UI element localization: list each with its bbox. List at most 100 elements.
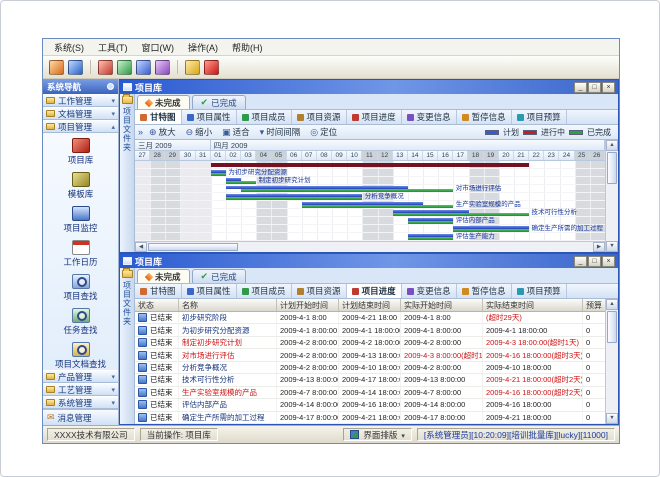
column-header[interactable]: 名称 — [179, 299, 277, 311]
lock-icon[interactable] — [185, 60, 200, 75]
document-search-icon — [72, 342, 90, 357]
view-tab[interactable]: 项目预算 — [512, 110, 567, 124]
gantt-tool-button[interactable]: ◎定位 — [306, 126, 341, 138]
table-row[interactable]: 已结束生产实验室规模的产品2009-4-7 8:00:002009-4-14 1… — [135, 387, 605, 399]
column-header[interactable]: 计划结束时间 — [339, 299, 401, 311]
scroll-down-icon[interactable] — [606, 413, 618, 424]
table-row[interactable]: 已结束评估内部产品2009-4-14 8:00:002009-4-16 18:0… — [135, 399, 605, 411]
vscrollbar-thumb[interactable] — [607, 311, 617, 343]
status-tab-label: 未完成 — [155, 271, 181, 283]
gantt-tool-button[interactable]: ▾时间间隔 — [256, 126, 305, 138]
window-titlebar[interactable]: 项目库 _□× — [120, 254, 618, 268]
view-tab[interactable]: 项目预算 — [512, 284, 567, 298]
gantt-chart[interactable]: 为初步研究分配资源制定初步研究计划对市场进行评估分析竞争概况生产实验室规模的产品… — [135, 161, 605, 241]
horizontal-scrollbar[interactable] — [135, 241, 605, 252]
gantt-tool-button[interactable]: ⊕放大 — [145, 126, 180, 138]
view-tab[interactable]: 项目进度 — [347, 284, 402, 298]
tool-icon: ▣ — [222, 127, 231, 138]
view-tab[interactable]: 变更信息 — [402, 284, 457, 298]
column-header[interactable]: 计划开始时间 — [277, 299, 339, 311]
budget-cell: 0 — [583, 337, 605, 348]
status-tab[interactable]: 已完成 — [192, 95, 246, 109]
view-tab[interactable]: 项目资源 — [292, 284, 347, 298]
view-tab[interactable]: 项目成员 — [237, 284, 292, 298]
menu-item[interactable]: 操作(A) — [181, 40, 225, 55]
view-tab[interactable]: 项目属性 — [182, 284, 237, 298]
vscrollbar-thumb[interactable] — [607, 152, 617, 184]
scroll-left-icon[interactable] — [135, 242, 147, 252]
sidebar-group[interactable]: 工作管理▾ — [43, 94, 118, 107]
menu-item[interactable]: 帮助(H) — [225, 40, 270, 55]
menu-item[interactable]: 工具(T) — [91, 40, 135, 55]
close-button[interactable]: × — [602, 256, 615, 267]
column-header[interactable]: 预算 — [583, 299, 605, 311]
sidebar-item[interactable]: 项目文档查找 — [43, 339, 118, 370]
sidebar-footer-tab[interactable]: 消息管理 — [43, 409, 118, 425]
sidebar-group[interactable]: 项目管理▴ — [43, 120, 118, 133]
column-header[interactable]: 状态 — [135, 299, 179, 311]
scroll-up-icon[interactable] — [606, 140, 618, 151]
maximize-button[interactable]: □ — [588, 256, 601, 267]
tile-horizontal-icon[interactable] — [117, 60, 132, 75]
status-tab[interactable]: 未完成 — [137, 269, 190, 283]
menu-item[interactable]: 窗口(W) — [135, 40, 182, 55]
table-row[interactable]: 已结束制定初步研究计划2009-4-2 8:00:002009-4-2 18:0… — [135, 337, 605, 349]
view-tab[interactable]: 项目成员 — [237, 110, 292, 124]
gantt-tool-button[interactable]: ▣适合 — [218, 126, 254, 138]
vertical-scrollbar[interactable] — [605, 299, 618, 424]
view-tab-icon — [242, 114, 249, 121]
gantt-tool-button[interactable]: ⊖缩小 — [182, 126, 217, 138]
sidebar-item[interactable]: 项目查找 — [43, 271, 118, 305]
table-row[interactable]: 已结束为初步研究分配资源2009-4-1 8:00:002009-4-1 18:… — [135, 324, 605, 336]
sidebar-item[interactable]: 任务查找 — [43, 305, 118, 339]
sidebar-item[interactable]: 项目库 — [43, 135, 118, 169]
view-tab[interactable]: 项目资源 — [292, 110, 347, 124]
status-tab[interactable]: 已完成 — [192, 269, 246, 283]
scroll-up-icon[interactable] — [606, 299, 618, 310]
pushpin-icon[interactable] — [107, 83, 114, 90]
sidebar-group[interactable]: 工艺管理▾ — [43, 383, 118, 396]
minimize-button[interactable]: _ — [574, 256, 587, 267]
folder-strip[interactable]: 项目文件夹 — [120, 268, 135, 424]
menu-item[interactable]: 系统(S) — [47, 40, 91, 55]
view-tab[interactable]: 甘特图 — [135, 110, 182, 124]
exit-icon[interactable] — [204, 60, 219, 75]
arrange-icons-icon[interactable] — [155, 60, 170, 75]
hscrollbar-thumb[interactable] — [148, 243, 238, 251]
table-row[interactable]: 已结束技术可行性分析2009-4-13 8:00:002009-4-17 18:… — [135, 374, 605, 386]
view-tab[interactable]: 甘特图 — [135, 284, 182, 298]
table-row[interactable]: 已结束初步研究阶段2009-4-1 8:002009-4-21 18:00200… — [135, 312, 605, 324]
column-header[interactable]: 实际结束时间 — [483, 299, 583, 311]
sidebar-group[interactable]: 产品管理▾ — [43, 370, 118, 383]
view-tab[interactable]: 项目属性 — [182, 110, 237, 124]
window-titlebar[interactable]: 项目库 _□× — [120, 80, 618, 94]
scroll-right-icon[interactable] — [593, 242, 605, 252]
system-icon[interactable] — [49, 60, 64, 75]
sidebar-item[interactable]: 模板库 — [43, 169, 118, 203]
view-tab[interactable]: 暂停信息 — [457, 284, 512, 298]
navigator-icon[interactable] — [68, 60, 83, 75]
maximize-button[interactable]: □ — [588, 82, 601, 93]
sidebar-group[interactable]: 系统管理▾ — [43, 396, 118, 409]
sidebar-group[interactable]: 文档管理▾ — [43, 107, 118, 120]
check-icon — [201, 271, 209, 282]
view-tab[interactable]: 暂停信息 — [457, 110, 512, 124]
layout-button[interactable]: 界面排版 — [343, 428, 412, 441]
view-tab[interactable]: 变更信息 — [402, 110, 457, 124]
scroll-down-icon[interactable] — [606, 241, 618, 252]
table-row[interactable]: 已结束分析竞争概况2009-4-2 8:00:002009-4-10 18:00… — [135, 362, 605, 374]
vertical-scrollbar[interactable] — [605, 140, 618, 252]
status-tab[interactable]: 未完成 — [137, 95, 190, 109]
tile-vertical-icon[interactable] — [136, 60, 151, 75]
sidebar-item[interactable]: 工作日历 — [43, 237, 118, 271]
cascade-windows-icon[interactable] — [98, 60, 113, 75]
minimize-button[interactable]: _ — [574, 82, 587, 93]
column-header[interactable]: 实际开始时间 — [401, 299, 483, 311]
overflow-chevron-icon[interactable] — [138, 127, 143, 137]
sidebar-item[interactable]: 项目监控 — [43, 203, 118, 237]
folder-strip[interactable]: 项目文件夹 — [120, 94, 135, 252]
table-row[interactable]: 已结束确定生产所需的加工过程2009-4-17 8:00:002009-4-21… — [135, 412, 605, 424]
view-tab[interactable]: 项目进度 — [347, 110, 402, 124]
table-row[interactable]: 已结束对市场进行评估2009-4-2 8:00:002009-4-13 18:0… — [135, 349, 605, 361]
close-button[interactable]: × — [602, 82, 615, 93]
